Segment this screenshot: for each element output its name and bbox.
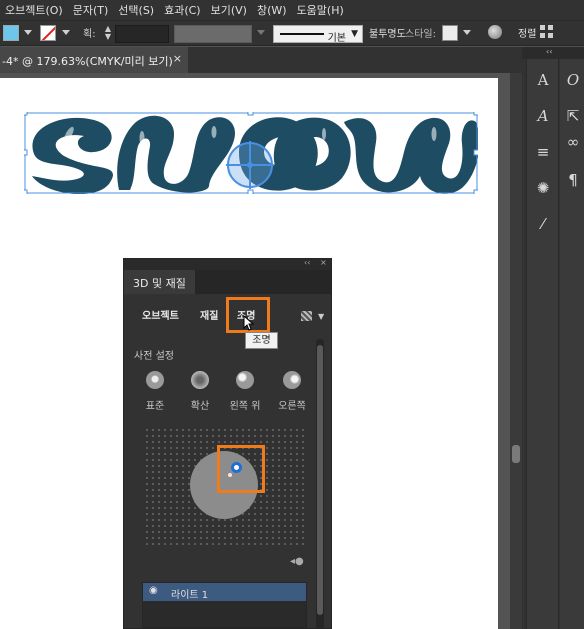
fill-dropdown-icon[interactable] xyxy=(24,30,32,35)
tooltip: 조명 xyxy=(245,332,278,349)
panel-icon-column-2: O ⇱ ∞ ¶ xyxy=(560,59,584,629)
document-tab-title: -4* @ 179.63%(CMYK/미리 보기) xyxy=(2,55,173,68)
stroke-weight-label: 획: xyxy=(83,29,96,40)
stroke-dropdown-icon[interactable] xyxy=(62,30,70,35)
canvas-vertical-scrollbar[interactable] xyxy=(510,73,522,629)
style-dropdown-icon[interactable] xyxy=(463,30,471,35)
stroke-weight-field[interactable] xyxy=(115,25,169,43)
character-icon[interactable]: A xyxy=(532,69,554,91)
stroke-line-preview xyxy=(280,33,324,35)
export-icon[interactable]: ⇱ xyxy=(562,105,584,127)
variable-width-dropdown-icon[interactable] xyxy=(257,30,265,35)
light-row[interactable]: ◉ 라이트 1 xyxy=(143,583,306,601)
fill-swatch[interactable] xyxy=(3,25,19,41)
magic-wand-icon[interactable]: ⁄ xyxy=(532,213,554,235)
mouse-cursor-icon xyxy=(243,315,254,331)
menu-help[interactable]: 도움말(H) xyxy=(292,2,349,18)
preset-standard[interactable]: 표준 xyxy=(132,371,178,412)
document-tab-bar: -4* @ 179.63%(CMYK/미리 보기) × xyxy=(0,47,522,73)
right-dock-header: ‹‹ xyxy=(522,47,584,59)
presets-label: 사전 설정 xyxy=(134,351,174,362)
align-label[interactable]: 정렬 xyxy=(518,25,536,40)
preset-name: 표준 xyxy=(145,401,165,412)
opacity-label[interactable]: 불투명도 xyxy=(369,25,406,40)
preset-diffuse[interactable]: 확산 xyxy=(177,371,223,412)
pilcrow-icon[interactable]: ¶ xyxy=(562,169,584,191)
menu-object[interactable]: 오브젝트(O) xyxy=(0,2,68,18)
stroke-swatch[interactable] xyxy=(40,25,56,41)
align-icon[interactable] xyxy=(540,25,554,39)
menu-bar: 오브젝트(O) 문자(T) 선택(S) 효과(C) 보기(V) 창(W) 도움말… xyxy=(0,0,584,20)
scrollbar-thumb[interactable] xyxy=(317,345,323,615)
recolor-artwork-icon[interactable] xyxy=(488,25,502,39)
light-list: ◉ 라이트 1 xyxy=(142,582,307,628)
document-tab[interactable]: -4* @ 179.63%(CMYK/미리 보기) × xyxy=(0,47,188,73)
chevron-down-icon[interactable]: ▼ xyxy=(318,312,324,321)
preset-name: 왼쪽 위 xyxy=(229,401,261,412)
eye-icon[interactable]: ◉ xyxy=(149,585,158,596)
preset-ball-icon xyxy=(283,371,301,389)
collapse-icon[interactable]: ‹‹ xyxy=(304,258,310,267)
light-name: 라이트 1 xyxy=(171,590,209,601)
preset-ball-icon xyxy=(191,371,209,389)
preset-name: 오른쪽 xyxy=(278,401,306,412)
menu-type[interactable]: 문자(T) xyxy=(68,2,114,18)
panel-title-bar: ‹‹ × xyxy=(124,258,331,270)
panel-scrollbar[interactable] xyxy=(316,339,324,629)
menu-window[interactable]: 창(W) xyxy=(252,2,292,18)
swash-lettering-graphic xyxy=(21,109,480,196)
link-icon[interactable]: ∞ xyxy=(562,131,584,153)
panel-title-tab[interactable]: 3D 및 재질 xyxy=(124,270,196,294)
close-icon[interactable]: × xyxy=(320,258,327,267)
sun-icon[interactable]: ✺ xyxy=(532,177,554,199)
tab-object[interactable]: 오브젝트 xyxy=(142,307,179,322)
style-label: 스타일: xyxy=(405,29,436,40)
tab-material[interactable]: 재질 xyxy=(200,307,218,322)
move-light-icon[interactable]: ◂● xyxy=(290,556,304,567)
panel-icon-column: A A ≡ ✺ ⁄ xyxy=(526,59,559,629)
glyph-icon[interactable]: A xyxy=(532,105,554,127)
chevron-down-icon: ▼ xyxy=(351,29,358,39)
brush-definition-field[interactable]: 기본 ▼ xyxy=(273,25,363,44)
brush-value: 기본 xyxy=(327,33,346,44)
scrollbar-thumb[interactable] xyxy=(512,445,520,463)
preset-top-left[interactable]: 왼쪽 위 xyxy=(222,371,268,412)
3d-materials-panel: ‹‹ × 3D 및 재질 오브젝트 재질 조명 조명 ▼ 사전 설정 표준 확산… xyxy=(123,258,332,629)
panel-tab-strip: 3D 및 재질 xyxy=(124,270,331,294)
preset-right[interactable]: 오른쪽 xyxy=(269,371,315,412)
paragraph-lines-icon[interactable]: ≡ xyxy=(532,141,554,163)
close-icon[interactable]: × xyxy=(173,52,182,65)
right-panel-dock: ‹‹ A A ≡ ✺ ⁄ O ⇱ ∞ ¶ xyxy=(522,47,584,629)
preset-ball-icon xyxy=(236,371,254,389)
render-icon[interactable] xyxy=(301,311,312,321)
preset-ball-icon xyxy=(146,371,164,389)
variable-width-field[interactable] xyxy=(174,25,252,43)
light-handle-highlight xyxy=(217,445,265,493)
graphic-style-swatch[interactable] xyxy=(442,25,458,41)
stroke-weight-stepper[interactable]: ▲ ▼ xyxy=(101,25,115,41)
menu-view[interactable]: 보기(V) xyxy=(206,2,252,18)
control-bar: 획: ▲ ▼ 기본 ▼ 불투명도 스타일: 정렬 xyxy=(0,20,584,46)
menu-select[interactable]: 선택(S) xyxy=(113,2,159,18)
menu-effect[interactable]: 효과(C) xyxy=(159,2,206,18)
selected-artwork[interactable] xyxy=(21,109,480,196)
preset-name: 확산 xyxy=(190,401,210,412)
collapse-icon[interactable]: ‹‹ xyxy=(546,47,552,56)
opentype-icon[interactable]: O xyxy=(562,69,584,91)
